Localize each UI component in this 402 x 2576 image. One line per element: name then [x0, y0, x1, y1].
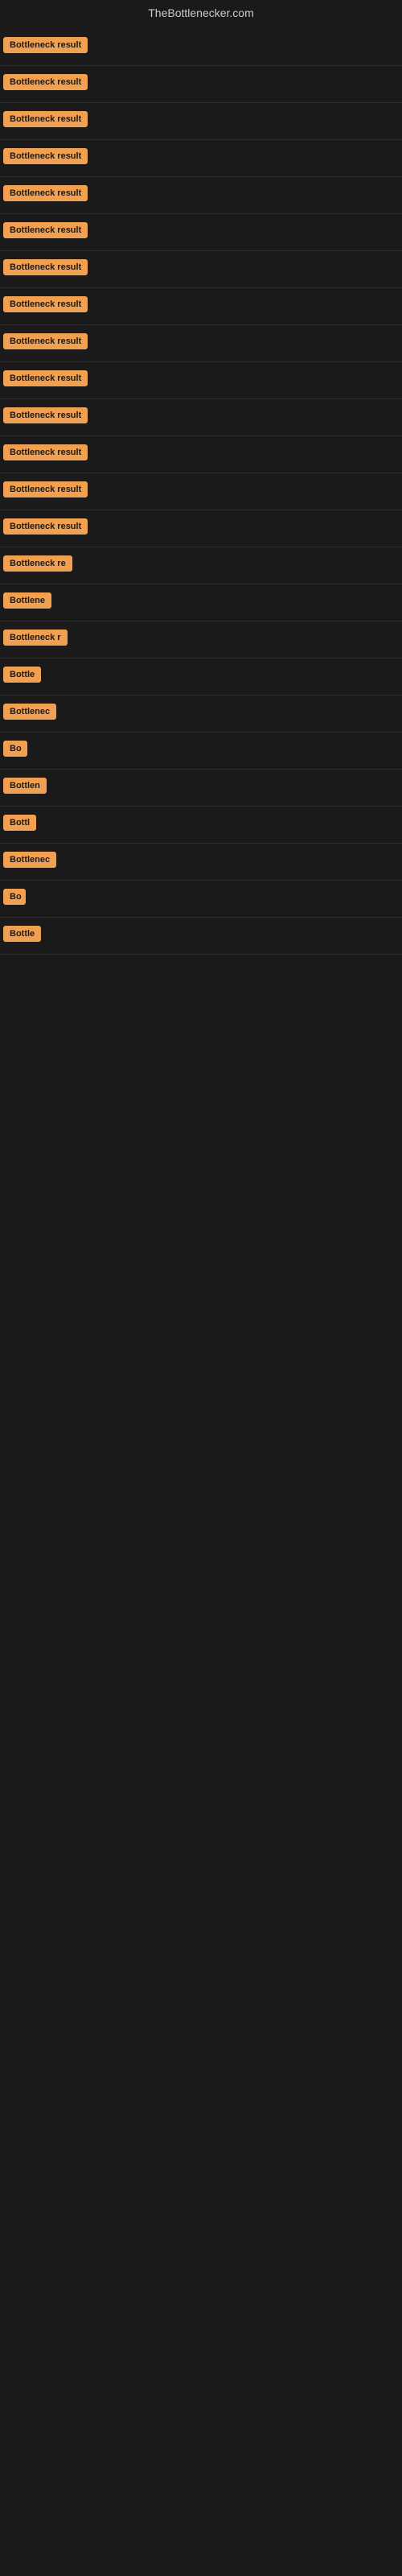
bottleneck-badge-17[interactable]: Bottleneck r — [3, 630, 68, 646]
bottleneck-badge-7[interactable]: Bottleneck result — [3, 259, 88, 275]
result-row-7: Bottleneck result — [0, 251, 402, 288]
bottleneck-badge-21[interactable]: Bottlen — [3, 778, 47, 794]
bottleneck-badge-2[interactable]: Bottleneck result — [3, 74, 88, 90]
bottleneck-badge-4[interactable]: Bottleneck result — [3, 148, 88, 164]
result-row-12: Bottleneck result — [0, 436, 402, 473]
result-row-13: Bottleneck result — [0, 473, 402, 510]
bottleneck-badge-18[interactable]: Bottle — [3, 667, 41, 683]
result-row-11: Bottleneck result — [0, 399, 402, 436]
bottleneck-badge-12[interactable]: Bottleneck result — [3, 444, 88, 460]
bottleneck-badge-3[interactable]: Bottleneck result — [3, 111, 88, 127]
result-row-22: Bottl — [0, 807, 402, 844]
bottleneck-badge-23[interactable]: Bottlenec — [3, 852, 56, 868]
result-row-17: Bottleneck r — [0, 621, 402, 658]
bottleneck-badge-24[interactable]: Bo — [3, 889, 26, 905]
result-row-21: Bottlen — [0, 770, 402, 807]
bottleneck-badge-19[interactable]: Bottlenec — [3, 704, 56, 720]
bottleneck-badge-5[interactable]: Bottleneck result — [3, 185, 88, 201]
bottleneck-badge-22[interactable]: Bottl — [3, 815, 36, 831]
bottleneck-badge-11[interactable]: Bottleneck result — [3, 407, 88, 423]
result-row-2: Bottleneck result — [0, 66, 402, 103]
bottleneck-badge-20[interactable]: Bo — [3, 741, 27, 757]
result-row-16: Bottlene — [0, 584, 402, 621]
result-row-4: Bottleneck result — [0, 140, 402, 177]
bottleneck-badge-14[interactable]: Bottleneck result — [3, 518, 88, 535]
result-row-24: Bo — [0, 881, 402, 918]
bottleneck-badge-1[interactable]: Bottleneck result — [3, 37, 88, 53]
bottleneck-badge-16[interactable]: Bottlene — [3, 592, 51, 609]
bottleneck-badge-9[interactable]: Bottleneck result — [3, 333, 88, 349]
bottleneck-badge-15[interactable]: Bottleneck re — [3, 555, 72, 572]
bottleneck-badge-13[interactable]: Bottleneck result — [3, 481, 88, 497]
result-row-14: Bottleneck result — [0, 510, 402, 547]
bottleneck-badge-6[interactable]: Bottleneck result — [3, 222, 88, 238]
result-row-10: Bottleneck result — [0, 362, 402, 399]
result-row-19: Bottlenec — [0, 696, 402, 733]
result-row-9: Bottleneck result — [0, 325, 402, 362]
result-row-3: Bottleneck result — [0, 103, 402, 140]
result-row-5: Bottleneck result — [0, 177, 402, 214]
bottleneck-badge-25[interactable]: Bottle — [3, 926, 41, 942]
result-row-20: Bo — [0, 733, 402, 770]
result-row-8: Bottleneck result — [0, 288, 402, 325]
site-title: TheBottlenecker.com — [0, 0, 402, 29]
result-row-15: Bottleneck re — [0, 547, 402, 584]
result-row-6: Bottleneck result — [0, 214, 402, 251]
result-row-1: Bottleneck result — [0, 29, 402, 66]
bottleneck-badge-8[interactable]: Bottleneck result — [3, 296, 88, 312]
result-row-18: Bottle — [0, 658, 402, 696]
bottleneck-badge-10[interactable]: Bottleneck result — [3, 370, 88, 386]
result-row-25: Bottle — [0, 918, 402, 955]
result-row-23: Bottlenec — [0, 844, 402, 881]
